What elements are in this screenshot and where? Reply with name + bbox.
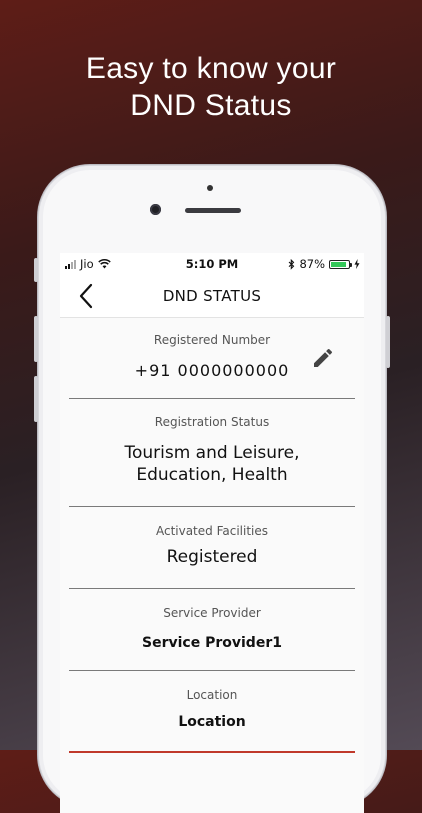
registration-status-label: Registration Status bbox=[154, 415, 270, 429]
registration-status-section: Registration Status Tourism and Leisure,… bbox=[69, 399, 355, 507]
registered-number-section: Registered Number +91 0000000000 bbox=[69, 318, 355, 399]
charging-icon bbox=[354, 259, 360, 269]
bluetooth-icon bbox=[289, 258, 295, 270]
navigation-bar: DND STATUS bbox=[60, 275, 364, 318]
headline-line-1: Easy to know your bbox=[85, 52, 337, 85]
volume-up-button bbox=[34, 316, 38, 362]
promo-headline: Easy to know your DND Status bbox=[0, 50, 422, 124]
proximity-sensor bbox=[207, 185, 213, 191]
registration-status-value: Tourism and Leisure, Education, Health bbox=[124, 443, 300, 485]
location-section: Location Location bbox=[69, 671, 355, 753]
location-label: Location bbox=[186, 688, 238, 702]
app-screen: Jio 5:10 PM 87% DND STATUS Registered Nu… bbox=[60, 253, 364, 813]
pencil-icon[interactable] bbox=[311, 346, 335, 370]
headline-line-2: DND Status bbox=[130, 89, 292, 122]
service-provider-value: Service Provider1 bbox=[142, 635, 282, 651]
status-bar: Jio 5:10 PM 87% bbox=[60, 253, 364, 275]
power-button bbox=[386, 316, 390, 368]
battery-percent: 87% bbox=[299, 257, 325, 271]
service-provider-section: Service Provider Service Provider1 bbox=[69, 589, 355, 671]
registered-number-label: Registered Number bbox=[153, 333, 271, 347]
phone-frame: Jio 5:10 PM 87% DND STATUS Registered Nu… bbox=[34, 165, 390, 813]
mute-switch bbox=[34, 258, 38, 282]
battery-icon bbox=[329, 259, 352, 269]
front-camera bbox=[150, 204, 161, 215]
activated-facilities-label: Activated Facilities bbox=[155, 524, 269, 538]
activated-facilities-value: Registered bbox=[166, 547, 258, 567]
earpiece-speaker bbox=[185, 208, 241, 213]
page-title: DND STATUS bbox=[162, 287, 262, 305]
location-value: Location bbox=[178, 714, 246, 730]
dnd-status-details: Registered Number +91 0000000000 Registr… bbox=[60, 318, 364, 753]
volume-down-button bbox=[34, 376, 38, 422]
service-provider-label: Service Provider bbox=[163, 606, 261, 620]
activated-facilities-section: Activated Facilities Registered bbox=[69, 507, 355, 589]
